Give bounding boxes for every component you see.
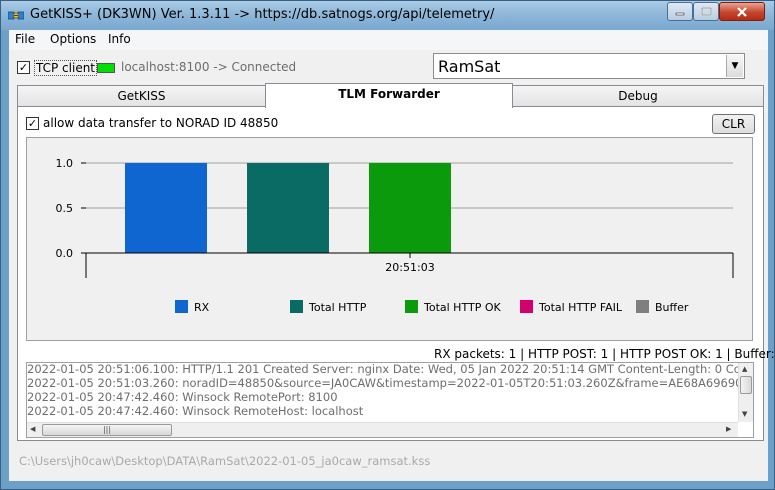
file-path: C:\Users\jh0caw\Desktop\DATA\RamSat\2022… (19, 454, 431, 468)
legend-label: Total HTTP FAIL (538, 301, 623, 314)
tcp-client-label[interactable]: TCP client (34, 60, 98, 76)
legend-swatch (175, 300, 188, 313)
tcp-client-checkbox[interactable]: ✓ (17, 61, 30, 74)
bar-total-http (247, 163, 329, 253)
legend-label: Total HTTP OK (423, 301, 501, 314)
minimize-icon (675, 12, 685, 15)
chart-area: 1.0 0.5 0.0 20:51:03 RX Total HTTP Total HTTP … (26, 137, 753, 341)
scroll-right-icon[interactable]: ▶ (726, 425, 731, 433)
clr-button[interactable]: CLR (712, 114, 755, 134)
menu-options[interactable]: Options (50, 32, 96, 46)
legend-swatch (636, 300, 649, 313)
x-tick-label: 20:51:03 (385, 261, 434, 274)
maximize-button[interactable] (693, 2, 719, 21)
bar-chart: 1.0 0.5 0.0 20:51:03 RX Total HTTP Total HTTP … (56, 157, 734, 314)
close-icon (737, 6, 747, 17)
title-bar[interactable]: GetKISS+ (DK3WN) Ver. 1.3.11 -> https://… (1, 1, 774, 30)
bar-rx (125, 163, 207, 253)
legend-swatch (520, 300, 533, 313)
legend-label: RX (194, 301, 210, 314)
vertical-scrollbar[interactable]: ▲ ▼ (738, 363, 753, 422)
chevron-down-icon[interactable]: ▼ (726, 55, 743, 77)
scroll-thumb[interactable]: ||| (42, 424, 172, 436)
satellite-app-icon (8, 11, 24, 20)
scroll-thumb[interactable] (740, 376, 752, 394)
log-list[interactable]: 2022-01-05 20:51:06.100: HTTP/1.1 201 Cr… (26, 362, 754, 438)
allow-transfer-label[interactable]: allow data transfer to NORAD ID 48850 (43, 116, 278, 130)
tab-tlm-forwarder[interactable]: TLM Forwarder (265, 83, 513, 108)
legend-swatch (290, 300, 303, 313)
bar-total-http-ok (369, 163, 451, 253)
legend-swatch (405, 300, 418, 313)
y-tick-label: 1.0 (56, 157, 74, 170)
scroll-down-icon[interactable]: ▼ (742, 410, 747, 418)
tab-debug[interactable]: Debug (512, 85, 764, 107)
log-line: 2022-01-05 20:47:42.460: Winsock RemoteP… (27, 390, 338, 404)
legend-label: Total HTTP (308, 301, 367, 314)
log-line: 2022-01-05 20:51:03.260: noradID=48850&s… (27, 376, 754, 390)
menu-bar: File Options Info (9, 30, 768, 50)
status-line: RX packets: 1 | HTTP POST: 1 | HTTP POST… (434, 347, 775, 361)
connection-led (97, 63, 115, 73)
log-line: 2022-01-05 20:47:42.460: Winsock RemoteH… (27, 404, 364, 418)
client-area: File Options Info ✓ TCP client localhost… (9, 30, 775, 481)
legend-label: Buffer (655, 301, 689, 314)
y-tick-label: 0.5 (56, 202, 74, 215)
app-window: GetKISS+ (DK3WN) Ver. 1.3.11 -> https://… (0, 0, 775, 490)
window-title: GetKISS+ (DK3WN) Ver. 1.3.11 -> https://… (30, 7, 495, 22)
menu-file[interactable]: File (15, 32, 35, 46)
satellite-select-value: RamSat (438, 57, 501, 76)
close-button[interactable] (719, 2, 765, 21)
y-tick-label: 0.0 (56, 247, 74, 260)
tab-getkiss[interactable]: GetKISS (17, 85, 266, 107)
allow-transfer-checkbox[interactable]: ✓ (26, 117, 39, 130)
horizontal-scrollbar[interactable]: ◀ ||| ▶ (27, 422, 738, 437)
menu-info[interactable]: Info (108, 32, 131, 46)
log-line: 2022-01-05 20:51:06.100: HTTP/1.1 201 Cr… (27, 362, 753, 376)
scroll-up-icon[interactable]: ▲ (742, 365, 747, 373)
maximize-icon (700, 7, 712, 16)
satellite-select[interactable]: RamSat ▼ (433, 53, 745, 79)
connection-status: localhost:8100 -> Connected (121, 60, 297, 74)
minimize-button[interactable] (667, 2, 693, 21)
scroll-left-icon[interactable]: ◀ (30, 425, 35, 433)
